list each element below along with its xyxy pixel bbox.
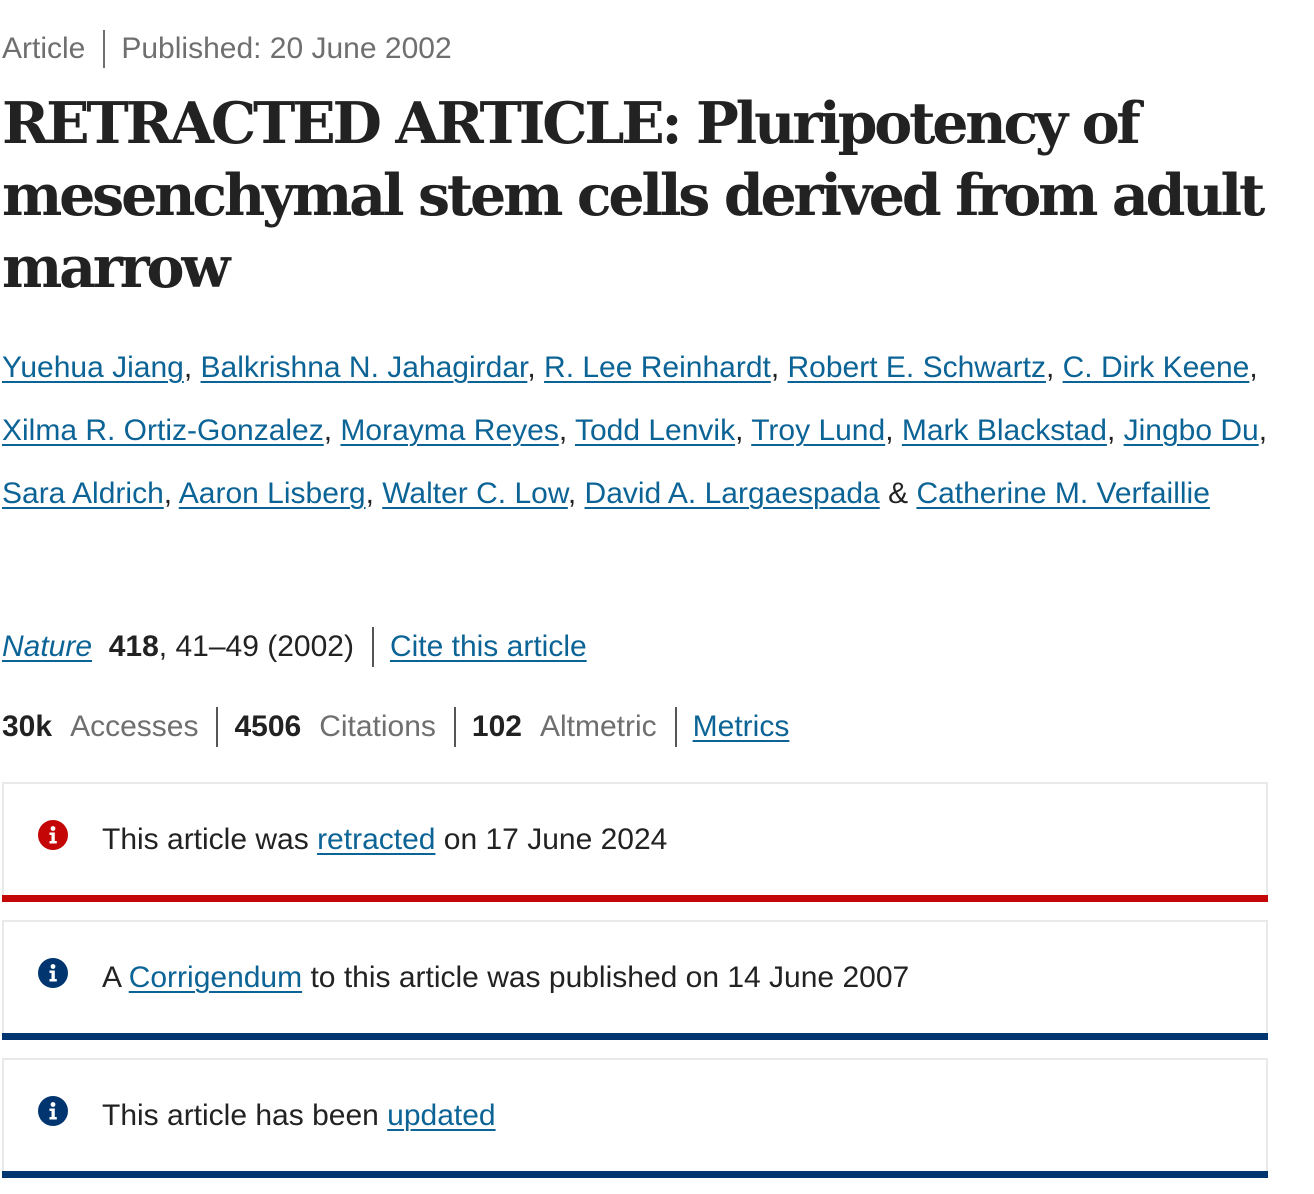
author-link[interactable]: Aaron Lisberg (179, 477, 366, 510)
divider (216, 707, 219, 747)
author-link[interactable]: C. Dirk Keene (1063, 351, 1250, 384)
retracted-link[interactable]: retracted (317, 823, 435, 856)
author-link[interactable]: Todd Lenvik (575, 414, 735, 447)
author-link[interactable]: Balkrishna N. Jahagirdar (201, 351, 528, 384)
article-header: Article Published: 20 June 2002 RETRACTE… (0, 0, 1314, 1194)
author-link[interactable]: Mark Blackstad (902, 414, 1107, 447)
author-link[interactable]: Troy Lund (751, 414, 885, 447)
info-icon (38, 820, 68, 850)
accesses-count: 30k (2, 710, 53, 743)
author-link[interactable]: Morayma Reyes (340, 414, 558, 447)
divider (371, 627, 374, 667)
metrics-bar: 30k Accesses 4506 Citations 102 Altmetri… (2, 706, 789, 748)
article-type: Article (2, 32, 86, 65)
updated-link[interactable]: updated (387, 1099, 495, 1132)
citations-label: Citations (319, 710, 436, 743)
notice-text: This article has been updated (102, 1099, 496, 1132)
author-link[interactable]: Xilma R. Ortiz-Gonzalez (2, 414, 324, 447)
author-link[interactable]: Walter C. Low (382, 477, 568, 510)
article-meta: Article Published: 20 June 2002 (2, 28, 452, 70)
cite-article-link[interactable]: Cite this article (390, 626, 587, 668)
update-notice: This article has been updated (2, 1058, 1268, 1178)
notice-bar (2, 895, 1268, 902)
volume: 418 (108, 630, 159, 663)
author-link[interactable]: Sara Aldrich (2, 477, 164, 510)
journal-link[interactable]: Nature (2, 626, 92, 668)
notice-bar (2, 1171, 1268, 1178)
citation-line: Nature 418, 41–49 (2002) Cite this artic… (2, 626, 587, 668)
accesses-label: Accesses (70, 710, 199, 743)
author-link[interactable]: David A. Largaespada (585, 477, 880, 510)
article-title: RETRACTED ARTICLE: Pluripotency of mesen… (2, 90, 1265, 301)
altmetric-score: 102 (471, 710, 522, 743)
author-list: Yuehua Jiang, Balkrishna N. Jahagirdar, … (2, 351, 1268, 510)
metrics-link[interactable]: Metrics (693, 706, 790, 748)
notice-text: A Corrigendum to this article was publis… (102, 961, 910, 994)
notice-bar (2, 1033, 1268, 1040)
citations-count: 4506 (234, 710, 302, 743)
info-icon (38, 1096, 68, 1126)
retraction-notice: This article was retracted on 17 June 20… (2, 782, 1268, 902)
author-link[interactable]: R. Lee Reinhardt (544, 351, 771, 384)
author-link[interactable]: Jingbo Du (1124, 414, 1259, 447)
divider (103, 30, 106, 68)
altmetric-label: Altmetric (539, 710, 657, 743)
notice-text: This article was retracted on 17 June 20… (102, 823, 668, 856)
author-link[interactable]: Catherine M. Verfaillie (916, 477, 1209, 510)
divider (674, 707, 677, 747)
author-link[interactable]: Yuehua Jiang (2, 351, 184, 384)
info-icon (38, 958, 68, 988)
divider (453, 707, 456, 747)
corrigendum-notice: A Corrigendum to this article was publis… (2, 920, 1268, 1040)
corrigendum-link[interactable]: Corrigendum (129, 961, 302, 994)
pages-year: , 41–49 (2002) (158, 630, 354, 663)
author-link[interactable]: Robert E. Schwartz (788, 351, 1046, 384)
published-date: Published: 20 June 2002 (121, 32, 452, 65)
